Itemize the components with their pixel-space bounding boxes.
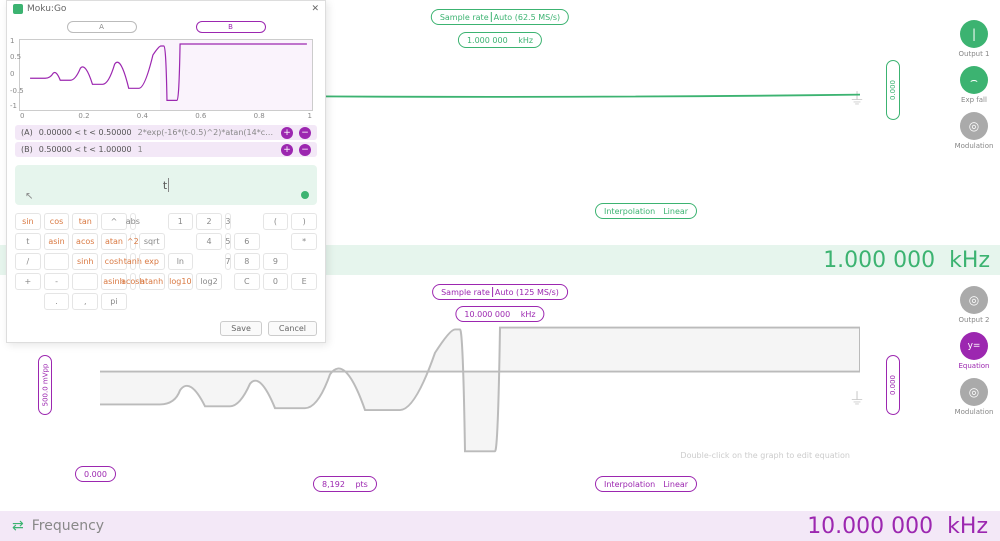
key-fn[interactable]: acosh [130,273,136,290]
key-sym[interactable]: - [44,273,70,290]
key-sym[interactable]: , [72,293,98,310]
key-num[interactable]: 0 [263,273,289,290]
key-sym[interactable]: t [15,233,41,250]
key-num[interactable]: 4 [196,233,222,250]
key-fn[interactable]: ^2 [130,233,136,250]
key-num[interactable]: 6 [234,233,260,250]
status-dot-icon [301,191,309,199]
key-fn[interactable]: asin [44,233,70,250]
cancel-button[interactable]: Cancel [268,321,317,336]
points-pill[interactable]: 8,192 pts [313,476,377,492]
key-sym[interactable]: + [15,273,41,290]
key-num[interactable]: 2 [196,213,222,230]
key-num[interactable]: 7 [225,253,231,270]
key-sym[interactable]: pi [101,293,127,310]
key-sym[interactable]: * [291,233,317,250]
key-sym[interactable]: . [44,293,70,310]
mouse-pointer-icon: ↖ [25,191,33,202]
sample-rate-pill[interactable]: Sample rate Auto (62.5 MS/s) [431,9,569,25]
sample-rate-value: Auto (62.5 MS/s) [494,13,561,22]
key-fn[interactable]: acos [72,233,98,250]
expression-input[interactable]: t ↖ [15,165,317,205]
edit-hint: Double-click on the graph to edit equati… [680,451,850,460]
key-sym[interactable]: ( [263,213,289,230]
modal-titlebar[interactable]: Moku:Go ✕ [7,1,325,17]
segment-preview-plot[interactable]: 1 0.5 0 -0.5 -1 0 0.2 0.4 0.6 0.8 1 [19,39,313,111]
modulation-button[interactable]: ◎ [960,378,988,406]
key-fn[interactable]: atan [101,233,127,250]
amplitude-badge-left[interactable]: 500.0 mVpp [38,355,52,415]
interpolation-pill[interactable]: InterpolationLinear [595,203,697,219]
keypad: sincostan^abs 123 () tasinacosatan^2sqrt 456… [15,213,317,310]
tab-a[interactable]: A [67,21,137,33]
remove-segment-icon[interactable]: − [299,127,311,139]
key-sym[interactable] [72,273,98,290]
interpolation-pill[interactable]: InterpolationLinear [595,476,697,492]
segment-row-b[interactable]: (B) 0.50000 < t < 1.00000 1 + − [15,142,317,157]
key-sym[interactable] [44,253,70,270]
equation-editor-modal: Moku:Go ✕ A B 1 0.5 0 -0.5 -1 0 0.2 0.4 … [6,0,326,343]
app-icon [13,4,23,14]
key-num[interactable]: 8 [234,253,260,270]
key-num[interactable]: C [234,273,260,290]
key-fn[interactable]: tan [72,213,98,230]
toolbar-ch2: ◎ Output 2 y= Equation ◎ Modulation [954,286,994,418]
tab-b[interactable]: B [196,21,266,33]
frequency-bar-bottom[interactable]: ⇄ Frequency 10.000 000 kHz [0,511,1000,541]
offset-badge-right[interactable]: 0.000 [886,60,900,120]
key-fn[interactable]: ^ [101,213,127,230]
app-title: Moku:Go [27,4,66,14]
key-sym[interactable]: / [15,253,41,270]
key-num[interactable]: 5 [225,233,231,250]
key-fn[interactable]: log2 [196,273,222,290]
wave-shape-button[interactable]: ⌢ [960,66,988,94]
modulation-button[interactable]: ◎ [960,112,988,140]
add-segment-icon[interactable]: + [281,127,293,139]
text-cursor [168,178,169,192]
left-value-pill[interactable]: 0.000 [75,466,116,482]
key-fn[interactable]: atanh [139,273,165,290]
toolbar-ch1: | Output 1 ⌢ Exp fall ◎ Modulation [954,20,994,152]
save-button[interactable]: Save [220,321,262,336]
close-icon[interactable]: ✕ [311,4,319,14]
key-fn[interactable]: tanh [130,253,136,270]
key-fn[interactable]: sin [15,213,41,230]
key-num[interactable]: E [291,273,317,290]
key-num[interactable]: 3 [225,213,231,230]
add-segment-icon[interactable]: + [281,144,293,156]
key-fn[interactable]: abs [130,213,136,230]
segment-row-a[interactable]: (A) 0.00000 < t < 0.50000 2*exp(-16*(t-0… [15,125,317,140]
key-sym[interactable]: ) [291,213,317,230]
remove-segment-icon[interactable]: − [299,144,311,156]
offset-badge-right[interactable]: 0.000 [886,355,900,415]
swap-icon[interactable]: ⇄ [12,518,24,534]
output-toggle[interactable]: ◎ [960,286,988,314]
key-num[interactable]: 1 [168,213,194,230]
key-fn[interactable]: exp [139,253,165,270]
output-toggle[interactable]: | [960,20,988,48]
key-fn[interactable]: cos [44,213,70,230]
key-fn[interactable]: sinh [72,253,98,270]
sample-rate-label: Sample rate [440,13,489,22]
key-fn[interactable]: sqrt [139,233,165,250]
frequency-pill[interactable]: 1.000 000 kHz [458,32,542,48]
sample-rate-pill[interactable]: Sample rateAuto (125 MS/s) [432,284,568,300]
key-num[interactable]: 9 [263,253,289,270]
key-fn[interactable]: log10 [168,273,194,290]
equation-button[interactable]: y= [960,332,988,360]
key-fn[interactable]: ln [168,253,194,270]
